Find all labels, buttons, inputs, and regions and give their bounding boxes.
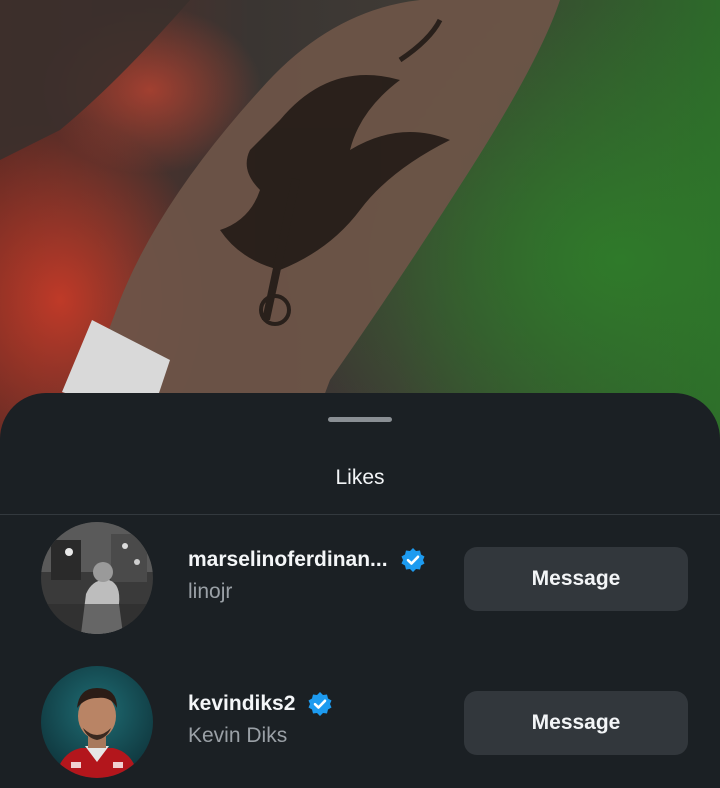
avatar[interactable] xyxy=(41,522,153,634)
message-button[interactable]: Message xyxy=(464,547,688,611)
username[interactable]: kevindiks2 xyxy=(188,692,295,716)
divider xyxy=(0,514,720,515)
message-button[interactable]: Message xyxy=(464,691,688,755)
likes-screen: Likes marselinoferdinan... linojr Messag… xyxy=(0,0,720,788)
user-names: kevindiks2 Kevin Diks xyxy=(188,690,333,748)
sheet-title: Likes xyxy=(335,466,385,489)
full-name: Kevin Diks xyxy=(188,724,288,747)
username-line: kevindiks2 xyxy=(188,690,333,718)
like-row[interactable]: kevindiks2 Kevin Diks Message xyxy=(0,666,720,782)
avatar[interactable] xyxy=(41,666,153,778)
drag-handle[interactable] xyxy=(328,417,392,422)
post-photo xyxy=(0,0,720,460)
username-line: marselinoferdinan... xyxy=(188,546,426,574)
likes-sheet: Likes marselinoferdinan... linojr Messag… xyxy=(0,393,720,788)
verified-badge-icon xyxy=(307,691,333,717)
verified-badge-icon xyxy=(400,547,426,573)
full-name: linojr xyxy=(188,580,233,603)
username[interactable]: marselinoferdinan... xyxy=(188,548,388,572)
like-row[interactable]: marselinoferdinan... linojr Message xyxy=(0,522,720,638)
user-names: marselinoferdinan... linojr xyxy=(188,546,426,604)
